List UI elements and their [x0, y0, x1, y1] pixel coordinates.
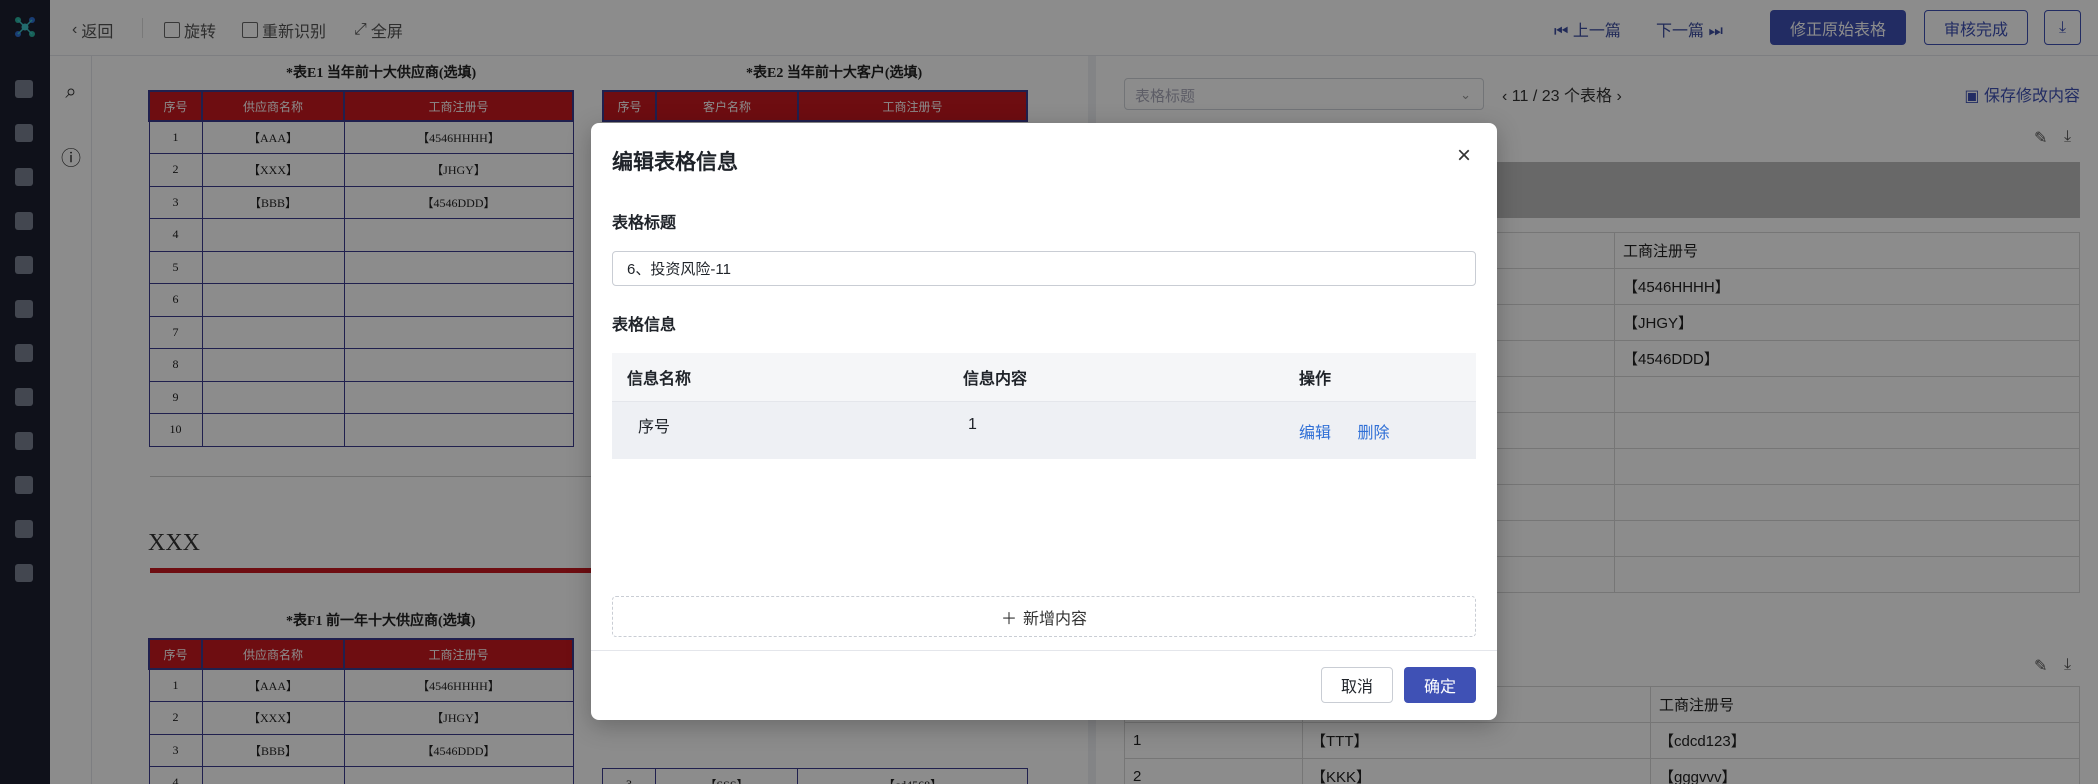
info-name-cell: 序号 — [638, 418, 671, 436]
delete-row-link[interactable]: 删除 — [1357, 425, 1389, 442]
plus-icon: ＋ — [1000, 610, 1017, 628]
table-title-input[interactable] — [612, 251, 1476, 286]
add-content-button[interactable]: ＋ 新增内容 — [612, 596, 1476, 637]
info-table-header: 信息名称 信息内容 操作 — [612, 353, 1476, 401]
column-header-name: 信息名称 — [627, 371, 692, 388]
dialog-footer-divider — [591, 650, 1497, 651]
cancel-button[interactable]: 取消 — [1321, 667, 1393, 703]
edit-row-link[interactable]: 编辑 — [1299, 425, 1331, 442]
edit-table-info-dialog: 编辑表格信息 × 表格标题 表格信息 信息名称 信息内容 操作 序号 1 编辑 … — [591, 123, 1497, 720]
table-info-label: 表格信息 — [612, 317, 677, 334]
info-table: 信息名称 信息内容 操作 序号 1 编辑 删除 — [612, 353, 1476, 459]
info-content-cell: 1 — [968, 415, 977, 433]
info-table-row: 序号 1 编辑 删除 — [612, 401, 1476, 459]
table-title-label: 表格标题 — [612, 215, 677, 232]
close-icon[interactable]: × — [1453, 144, 1475, 168]
info-actions-cell: 编辑 删除 — [1284, 419, 1476, 443]
column-header-content: 信息内容 — [963, 371, 1028, 388]
column-header-actions: 操作 — [1299, 371, 1332, 388]
confirm-button[interactable]: 确定 — [1404, 667, 1476, 703]
dialog-title: 编辑表格信息 — [612, 151, 738, 174]
